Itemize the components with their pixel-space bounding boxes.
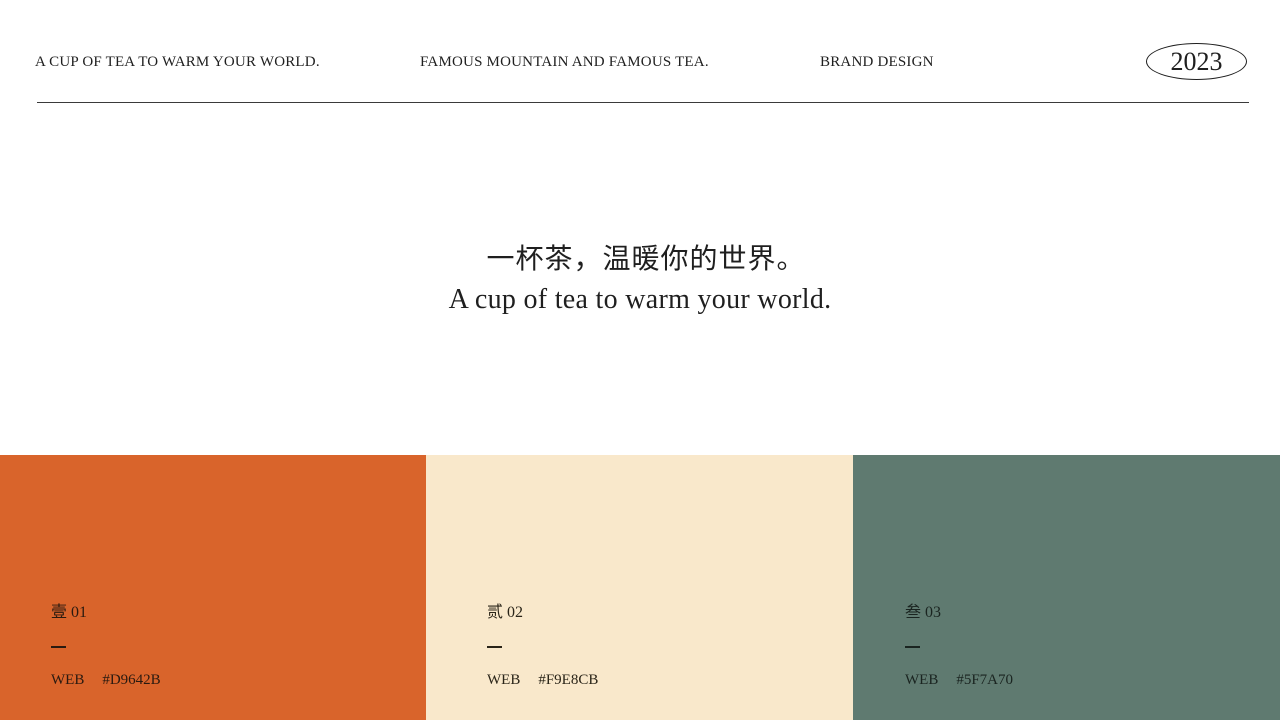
swatch-hex-value: #5F7A70 <box>956 672 1014 688</box>
tagline-warm-world: A CUP OF TEA TO WARM YOUR WORLD. <box>35 54 320 70</box>
swatch-web-label: WEB <box>51 672 85 688</box>
swatch-index: 壹 01 <box>51 603 87 623</box>
swatch-index-number: 03 <box>925 604 942 621</box>
swatch-web-label: WEB <box>487 672 521 688</box>
hero-title-chinese: 一杯茶，温暖你的世界。 <box>486 244 806 275</box>
tagline-famous-mountain: FAMOUS MOUNTAIN AND FAMOUS TEA. <box>420 54 709 70</box>
swatch-index: 叁 03 <box>905 603 941 623</box>
hero-title-english: A cup of tea to warm your world. <box>448 284 832 315</box>
color-swatch-3: 叁 03 WEB #5F7A70 <box>853 455 1280 720</box>
swatch-color-code: WEB #D9642B <box>51 670 161 690</box>
swatch-index: 贰 02 <box>487 603 523 623</box>
header-divider <box>37 102 1249 103</box>
swatch-hex-value: #F9E8CB <box>538 672 599 688</box>
color-swatch-2: 贰 02 WEB #F9E8CB <box>426 455 853 720</box>
swatch-index-cn: 贰 <box>487 604 504 621</box>
swatch-color-code: WEB #F9E8CB <box>487 670 598 690</box>
swatch-index-cn: 壹 <box>51 604 68 621</box>
top-header: A CUP OF TEA TO WARM YOUR WORLD. FAMOUS … <box>0 0 1280 104</box>
swatch-index-number: 02 <box>507 604 524 621</box>
swatch-index-number: 01 <box>71 604 88 621</box>
year-badge: 2023 <box>1146 43 1247 80</box>
swatch-hex-value: #D9642B <box>102 672 161 688</box>
swatch-dash <box>905 646 920 648</box>
swatch-dash <box>487 646 502 648</box>
swatch-web-label: WEB <box>905 672 939 688</box>
color-palette: 壹 01 WEB #D9642B 贰 02 WEB #F9E8CB 叁 03 WEB… <box>0 455 1280 720</box>
hero-section: 一杯茶，温暖你的世界。 A cup of tea to warm your wo… <box>0 240 1280 318</box>
swatch-color-code: WEB #5F7A70 <box>905 670 1013 690</box>
swatch-index-cn: 叁 <box>905 604 922 621</box>
swatch-dash <box>51 646 66 648</box>
color-swatch-1: 壹 01 WEB #D9642B <box>0 455 426 720</box>
tagline-brand-design: BRAND DESIGN <box>820 54 934 70</box>
